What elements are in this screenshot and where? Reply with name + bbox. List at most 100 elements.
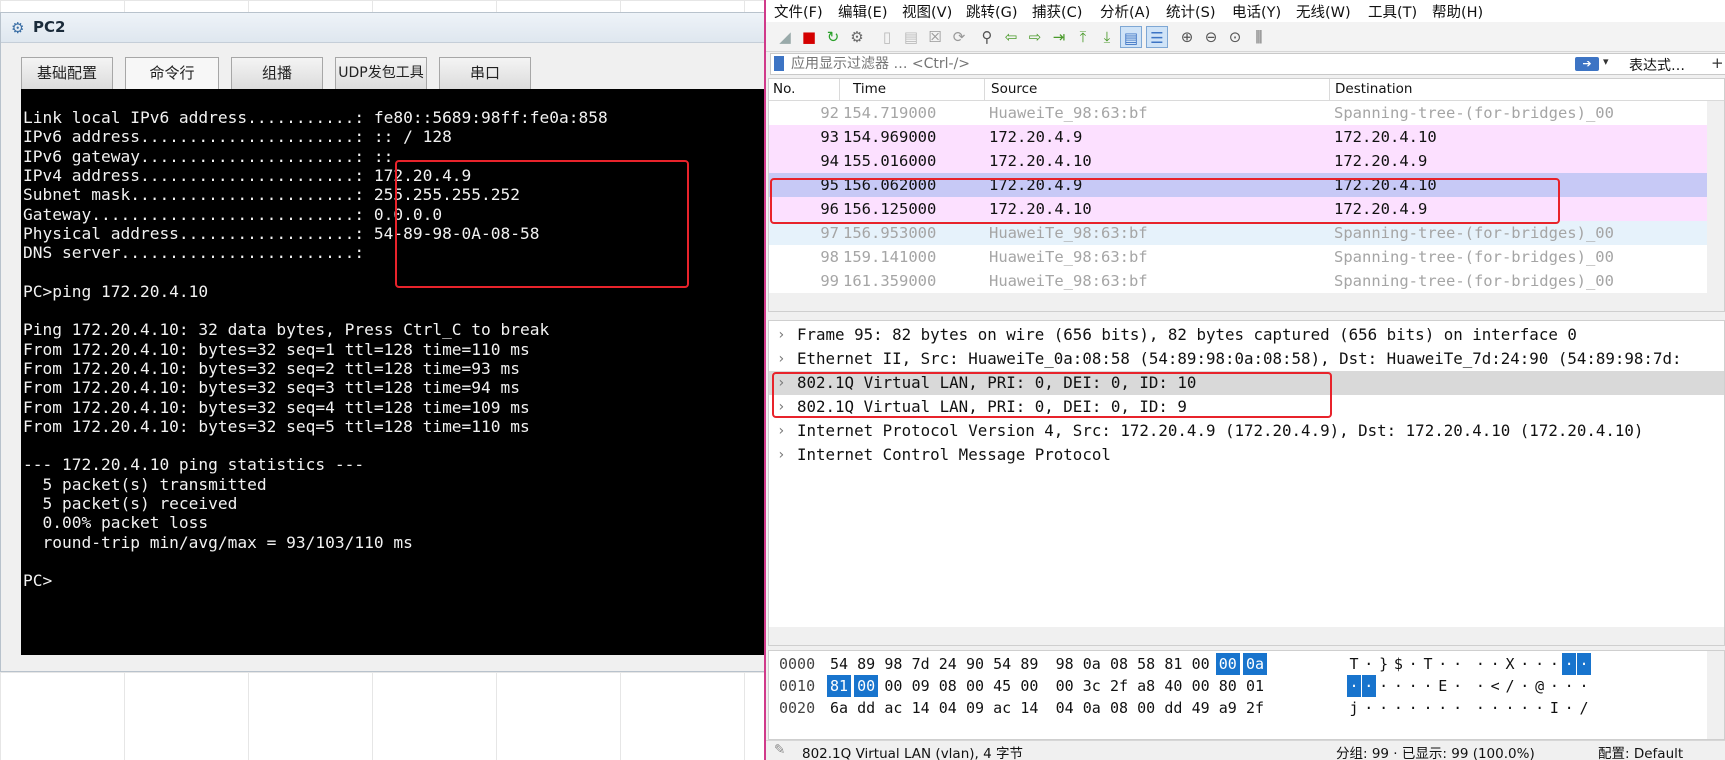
- resize-columns-icon[interactable]: ⫼: [1248, 26, 1270, 48]
- packet-row[interactable]: 98 159.141000 HuaweiTe_98:63:bf Spanning-tr…: [769, 245, 1709, 269]
- tab-basic-config[interactable]: 基础配置: [21, 57, 113, 89]
- hex-ascii-char[interactable]: ·: [1421, 675, 1435, 697]
- save-file-icon[interactable]: ▤: [900, 26, 922, 48]
- menu-wireless[interactable]: 无线(W): [1296, 1, 1351, 22]
- hex-ascii-char[interactable]: ·: [1488, 697, 1502, 719]
- packet-list-hscrollbar[interactable]: [769, 293, 1709, 311]
- menu-analyze[interactable]: 分析(A): [1100, 1, 1150, 22]
- capture-options-icon[interactable]: ⚙: [846, 26, 868, 48]
- hex-ascii-char[interactable]: <: [1488, 675, 1502, 697]
- hex-byte[interactable]: 80: [1216, 675, 1240, 697]
- hex-ascii-char[interactable]: ·: [1518, 653, 1532, 675]
- hex-ascii-char[interactable]: ·: [1473, 653, 1487, 675]
- hex-byte[interactable]: 3c: [1080, 675, 1104, 697]
- hex-ascii-char[interactable]: ·: [1503, 697, 1517, 719]
- hex-ascii-char[interactable]: ·: [1451, 675, 1465, 697]
- reload-file-icon[interactable]: ⟳: [948, 26, 970, 48]
- packet-row[interactable]: 92 154.719000 HuaweiTe_98:63:bf Spanning-tr…: [769, 101, 1709, 125]
- hex-ascii-char[interactable]: E: [1436, 675, 1450, 697]
- hex-ascii-char[interactable]: ·: [1421, 697, 1435, 719]
- hex-ascii-char[interactable]: ·: [1562, 653, 1577, 675]
- hex-byte[interactable]: 90: [963, 653, 987, 675]
- hex-byte[interactable]: 54: [827, 653, 851, 675]
- column-no[interactable]: No.: [773, 81, 795, 97]
- hex-byte[interactable]: 00: [963, 675, 987, 697]
- display-filter-input[interactable]: [791, 54, 1591, 74]
- hex-ascii-char[interactable]: /: [1503, 675, 1517, 697]
- go-back-icon[interactable]: ⇦: [1000, 26, 1022, 48]
- hex-ascii-char[interactable]: ·: [1451, 697, 1465, 719]
- column-divider[interactable]: [984, 79, 985, 101]
- hex-byte[interactable]: 40: [1161, 675, 1185, 697]
- tab-command-line[interactable]: 命令行: [125, 57, 219, 89]
- column-divider[interactable]: [1329, 79, 1330, 101]
- hex-ascii-char[interactable]: /: [1577, 697, 1591, 719]
- hex-byte[interactable]: 0a: [1080, 697, 1104, 719]
- packet-row[interactable]: 97 156.953000 HuaweiTe_98:63:bf Spanning-tr…: [769, 221, 1709, 245]
- hex-ascii-char[interactable]: ·: [1436, 697, 1450, 719]
- go-forward-icon[interactable]: ⇨: [1024, 26, 1046, 48]
- hex-ascii-char[interactable]: ·: [1377, 675, 1391, 697]
- pc-titlebar[interactable]: ⚙ PC2: [1, 13, 769, 43]
- hex-byte[interactable]: 00: [1189, 675, 1213, 697]
- hex-ascii-char[interactable]: @: [1533, 675, 1547, 697]
- hex-byte[interactable]: 04: [1053, 697, 1077, 719]
- menu-help[interactable]: 帮助(H): [1432, 1, 1483, 22]
- hex-byte[interactable]: 2f: [1243, 697, 1267, 719]
- shark-fin-start-icon[interactable]: ◢: [774, 26, 796, 48]
- hex-byte[interactable]: 08: [936, 675, 960, 697]
- hex-byte[interactable]: dd: [1161, 697, 1185, 719]
- hex-ascii-char[interactable]: ·: [1577, 675, 1591, 697]
- hex-ascii-char[interactable]: ·: [1562, 675, 1576, 697]
- hex-byte[interactable]: 00: [1215, 653, 1240, 675]
- hex-byte[interactable]: 01: [1243, 675, 1267, 697]
- hex-ascii-char[interactable]: ·: [1518, 697, 1532, 719]
- status-profile[interactable]: 配置: Default: [1598, 742, 1683, 760]
- zoom-in-icon[interactable]: ⊕: [1176, 26, 1198, 48]
- hex-ascii-char[interactable]: ·: [1547, 653, 1561, 675]
- packet-list-vscrollbar[interactable]: [1707, 101, 1724, 311]
- go-to-packet-icon[interactable]: ⇥: [1048, 26, 1070, 48]
- hex-ascii-char[interactable]: ·: [1361, 675, 1376, 697]
- hex-ascii-char[interactable]: ·: [1347, 675, 1361, 697]
- close-file-icon[interactable]: ☒: [924, 26, 946, 48]
- hex-ascii-char[interactable]: ·: [1406, 697, 1420, 719]
- column-divider[interactable]: [839, 79, 840, 101]
- hex-ascii-char[interactable]: $: [1391, 653, 1405, 675]
- hex-ascii-char[interactable]: ·: [1473, 675, 1487, 697]
- zoom-reset-icon[interactable]: ⊙: [1224, 26, 1246, 48]
- hex-ascii-char[interactable]: ·: [1488, 653, 1502, 675]
- hex-byte[interactable]: 2f: [1107, 675, 1131, 697]
- hex-ascii-char[interactable]: ·: [1518, 675, 1532, 697]
- expand-chevron-icon[interactable]: ›: [777, 323, 785, 347]
- expand-chevron-icon[interactable]: ›: [777, 347, 785, 371]
- hex-ascii-char[interactable]: ·: [1406, 675, 1420, 697]
- hex-byte[interactable]: dd: [854, 697, 878, 719]
- expand-chevron-icon[interactable]: ›: [777, 443, 785, 467]
- apply-filter-arrow-icon[interactable]: ➔: [1575, 57, 1599, 71]
- open-file-icon[interactable]: ▯: [876, 26, 898, 48]
- hex-byte[interactable]: 81: [1161, 653, 1185, 675]
- autoscroll-icon[interactable]: ▤: [1120, 26, 1142, 48]
- bytes-vscrollbar[interactable]: [1707, 651, 1724, 739]
- hex-byte[interactable]: 00: [1017, 675, 1041, 697]
- detail-row[interactable]: › Ethernet II, Src: HuaweiTe_0a:08:58 (54…: [769, 347, 1724, 371]
- hex-ascii-char[interactable]: ·: [1391, 675, 1405, 697]
- hex-ascii-char[interactable]: ·: [1377, 697, 1391, 719]
- hex-byte[interactable]: a9: [1216, 697, 1240, 719]
- hex-ascii-char[interactable]: }: [1377, 653, 1391, 675]
- menu-view[interactable]: 视图(V): [902, 1, 952, 22]
- hex-ascii-char[interactable]: ·: [1451, 653, 1465, 675]
- hex-ascii-char[interactable]: ·: [1533, 653, 1547, 675]
- hex-ascii-char[interactable]: j: [1347, 697, 1361, 719]
- hex-byte[interactable]: 0a: [1080, 653, 1104, 675]
- zoom-out-icon[interactable]: ⊖: [1200, 26, 1222, 48]
- hex-byte[interactable]: 81: [827, 675, 851, 697]
- hex-byte[interactable]: 00: [1134, 697, 1158, 719]
- tab-serial[interactable]: 串口: [439, 57, 531, 89]
- hex-ascii-char[interactable]: T: [1347, 653, 1361, 675]
- hex-byte[interactable]: 00: [1053, 675, 1077, 697]
- hex-ascii-char[interactable]: X: [1503, 653, 1517, 675]
- colorize-icon[interactable]: ☰: [1146, 26, 1168, 48]
- hex-ascii-char[interactable]: ·: [1533, 697, 1547, 719]
